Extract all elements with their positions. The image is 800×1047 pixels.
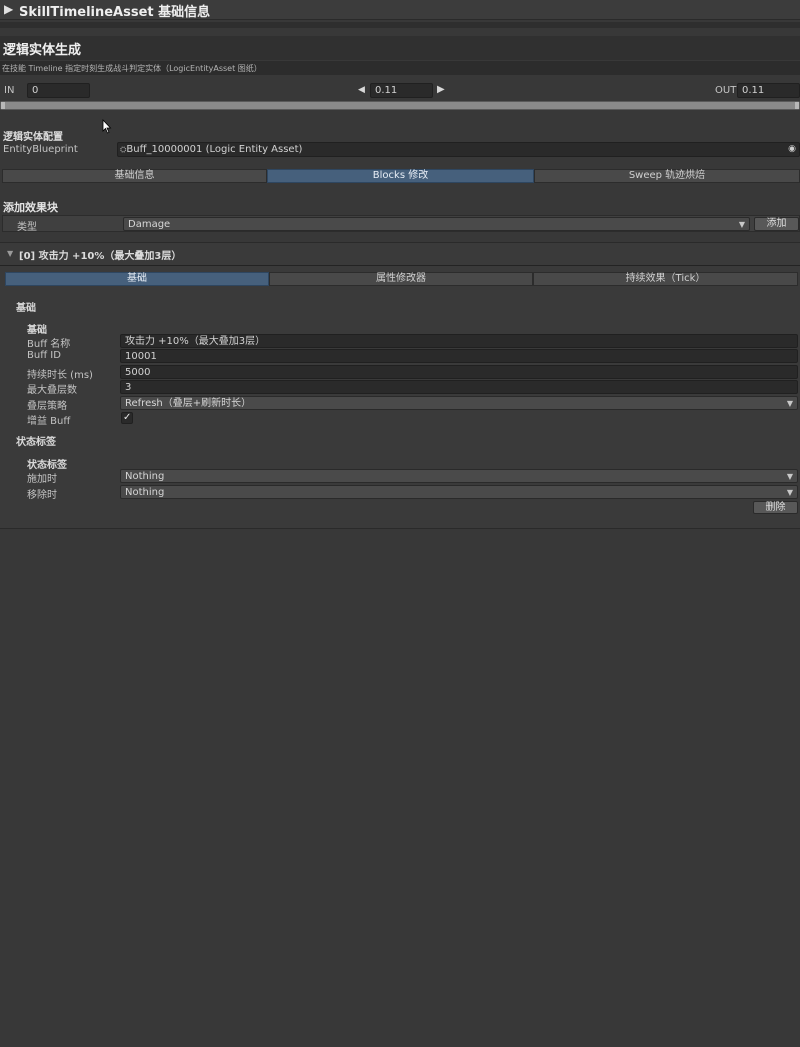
tab-basic-info[interactable]: 基础信息 — [2, 169, 267, 183]
buff-positive-checkbox[interactable]: ✓ — [121, 412, 133, 424]
checkmark-icon: ✓ — [123, 412, 132, 423]
section-subtitle: 在技能 Timeline 指定时刻生成战斗判定实体（LogicEntityAss… — [2, 64, 262, 73]
config-title: 逻辑实体配置 — [3, 132, 63, 143]
arrow-right-icon[interactable]: ▶ — [437, 84, 445, 95]
buff-name-label: Buff 名称 — [27, 339, 71, 350]
basic-group-title: 基础 — [16, 303, 36, 314]
block-tab-tick-effect[interactable]: 持续效果（Tick） — [533, 272, 798, 286]
slider-right-handle[interactable] — [795, 102, 799, 109]
out-label: OUT — [715, 85, 737, 96]
section-title: 逻辑实体生成 — [3, 43, 82, 58]
slider-left-handle[interactable] — [1, 102, 5, 109]
tab-blocks-modify[interactable]: Blocks 修改 — [267, 169, 534, 183]
entity-blueprint-label: EntityBlueprint — [3, 144, 78, 155]
duration-field[interactable]: 5000 — [120, 365, 798, 379]
on-remove-label: 移除时 — [27, 490, 57, 501]
add-button[interactable]: 添加 — [754, 217, 799, 231]
section-subtitle-bar: 在技能 Timeline 指定时刻生成战斗判定实体（LogicEntityAss… — [0, 61, 800, 75]
block-divider — [0, 265, 800, 266]
stack-policy-label: 叠层策略 — [27, 401, 67, 412]
arrow-left-icon[interactable]: ◀ — [358, 85, 365, 95]
header-separator — [0, 22, 800, 28]
duration-label: 持续时长 (ms) — [27, 370, 93, 381]
stack-policy-value: Refresh（叠层+刷新时长） — [125, 398, 252, 409]
max-stacks-field[interactable]: 3 — [120, 380, 798, 394]
buff-name-field[interactable]: 攻击力 +10%（最大叠加3层） — [120, 334, 798, 348]
add-block-row: 类型 Damage ▼ 添加 — [2, 215, 800, 233]
add-block-title: 添加效果块 — [3, 201, 58, 214]
type-label: 类型 — [17, 222, 37, 233]
block-tab-basic[interactable]: 基础 — [5, 272, 269, 286]
empty-inspector-area — [0, 531, 800, 1047]
max-stacks-label: 最大叠层数 — [27, 385, 77, 396]
on-remove-dropdown[interactable]: Nothing ▼ — [120, 485, 798, 499]
on-apply-value: Nothing — [125, 471, 165, 482]
buff-id-label: Buff ID — [27, 350, 61, 361]
mid-time-field[interactable]: 0.11 — [370, 83, 433, 98]
out-field[interactable]: 0.11 — [737, 83, 800, 98]
dropdown-arrow-icon: ▼ — [786, 399, 793, 408]
block-panel: ▼ [0] 攻击力 +10%（最大叠加3层） 基础 属性修改器 持续效果（Tic… — [0, 242, 800, 529]
timeline-range-slider[interactable] — [0, 101, 800, 110]
status-sub-title: 状态标签 — [27, 460, 67, 471]
block-header[interactable]: [0] 攻击力 +10%（最大叠加3层） — [19, 247, 181, 262]
section-title-bar: 逻辑实体生成 — [0, 36, 800, 60]
dropdown-arrow-icon: ▼ — [786, 488, 793, 497]
basic-sub-title: 基础 — [27, 325, 47, 336]
dropdown-arrow-icon: ▼ — [738, 220, 745, 229]
header-title: SkillTimelineAsset 基础信息 — [19, 5, 211, 20]
in-label: IN — [4, 85, 15, 96]
entity-blueprint-field[interactable]: ⛭Buff_10000001 (Logic Entity Asset) ◉ — [117, 142, 800, 157]
status-group-title: 状态标签 — [16, 437, 56, 448]
on-apply-label: 施加时 — [27, 474, 57, 485]
in-field[interactable]: 0 — [27, 83, 90, 98]
foldout-down-icon[interactable]: ▼ — [7, 249, 13, 258]
tab-sweep-bake[interactable]: Sweep 轨迹烘焙 — [534, 169, 800, 183]
buff-positive-label: 增益 Buff — [27, 416, 71, 427]
dropdown-arrow-icon: ▼ — [786, 472, 793, 481]
type-dropdown-value: Damage — [128, 219, 171, 230]
triangle-right-icon: ▶ — [4, 2, 14, 16]
block-tab-attribute-modifier[interactable]: 属性修改器 — [269, 272, 533, 286]
type-dropdown[interactable]: Damage ▼ — [123, 217, 750, 231]
on-apply-dropdown[interactable]: Nothing ▼ — [120, 469, 798, 483]
entity-blueprint-value: Buff_10000001 (Logic Entity Asset) — [126, 144, 303, 155]
buff-id-field[interactable]: 10001 — [120, 349, 798, 363]
object-picker-icon[interactable]: ◉ — [788, 143, 796, 156]
on-remove-value: Nothing — [125, 487, 165, 498]
stack-policy-dropdown[interactable]: Refresh（叠层+刷新时长） ▼ — [120, 396, 798, 410]
mouse-cursor-icon — [102, 119, 112, 134]
delete-button[interactable]: 删除 — [753, 501, 798, 514]
inspector-header[interactable]: ▶ SkillTimelineAsset 基础信息 — [0, 0, 800, 20]
